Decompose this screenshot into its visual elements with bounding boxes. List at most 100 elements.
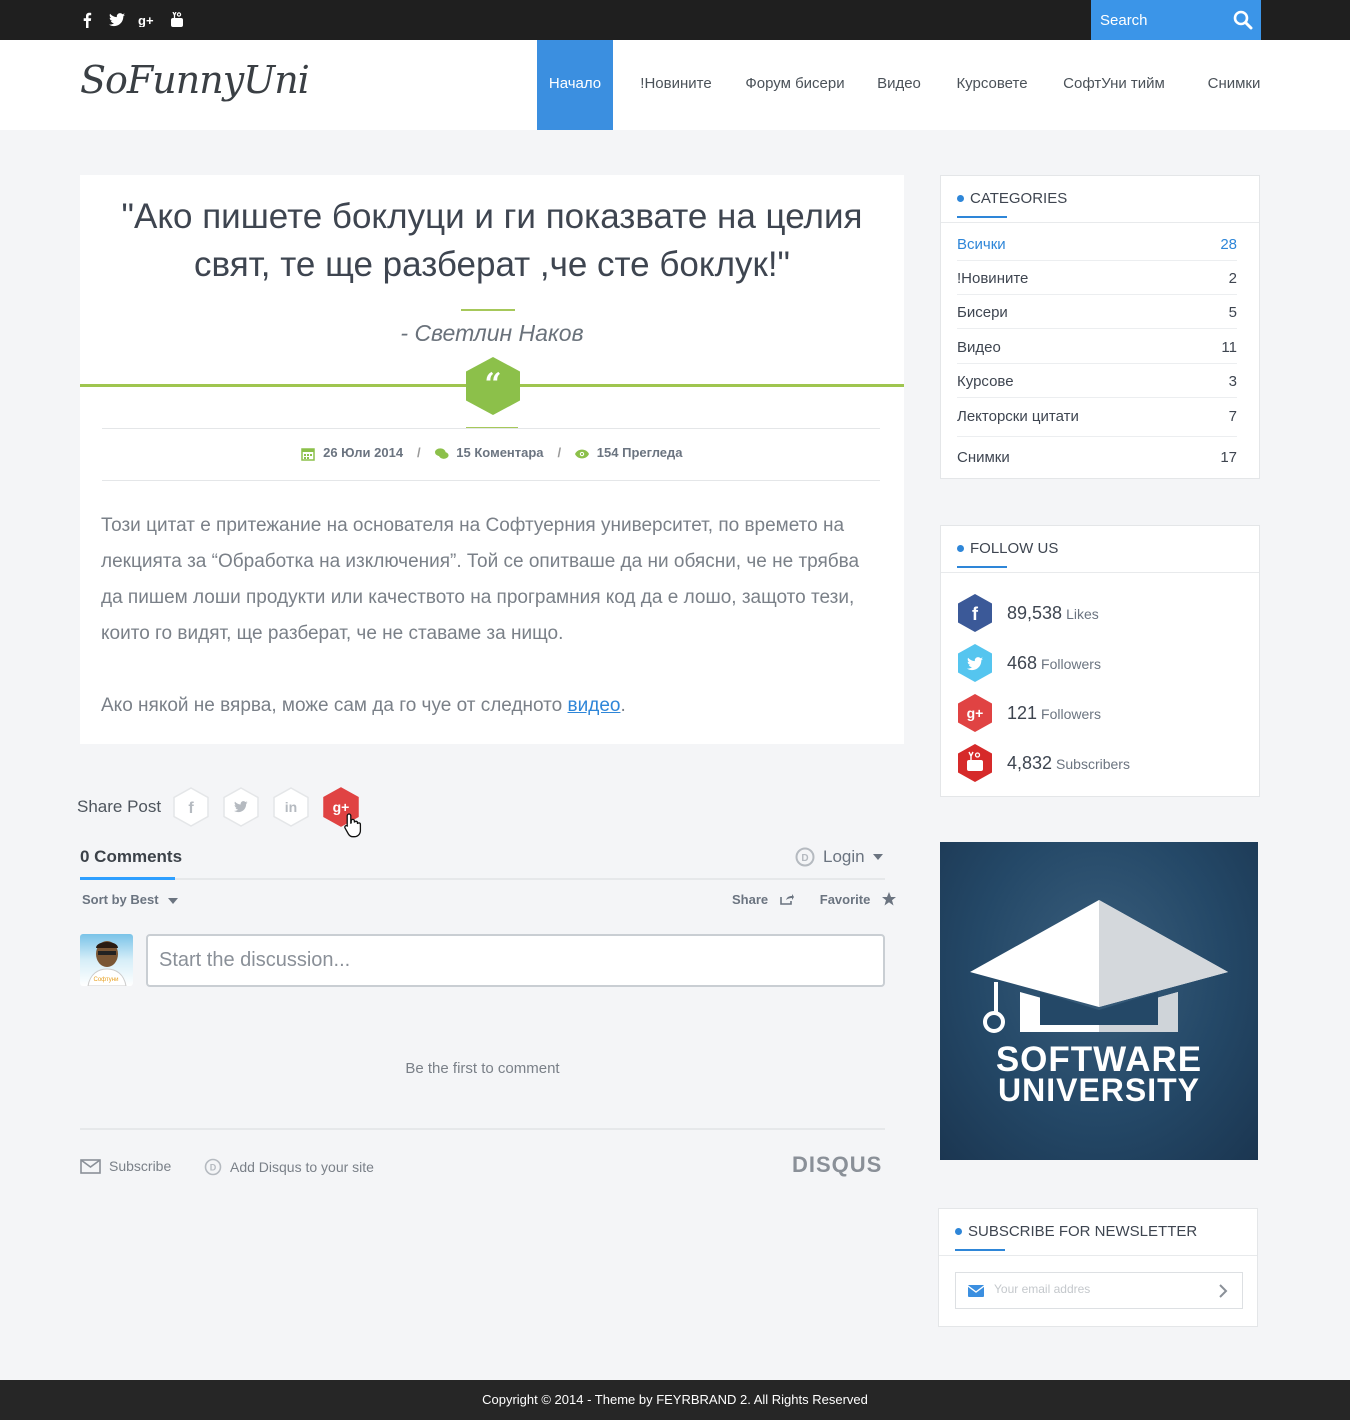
nav-item-team[interactable]: СофтУни тийм (1055, 40, 1173, 130)
twitter-icon (958, 644, 992, 682)
login-label: Login (823, 847, 865, 866)
category-divider (957, 436, 1237, 437)
comments-count[interactable]: 0 Comments (80, 847, 182, 867)
follow-item-google-plus[interactable]: g+ 121 Followers (957, 693, 1101, 733)
facebook-icon[interactable] (78, 11, 96, 29)
newsletter-title: SUBSCRIBE FOR NEWSLETTER (955, 1223, 1197, 1240)
share-facebook-icon[interactable]: f (173, 787, 209, 827)
post-comments-text: 15 Коментара (456, 445, 544, 460)
follow-label: Likes (1066, 605, 1099, 622)
title-dot (957, 545, 964, 552)
category-label: Лекторски цитати (957, 408, 1079, 425)
post-title-line1: "Ако пишете боклуци и ги показвате на це… (121, 197, 863, 236)
avatar: Софтуни (80, 934, 133, 986)
follow-count: 89,538 (1007, 602, 1063, 623)
category-label: Бисери (957, 304, 1008, 321)
share-arrow-icon (779, 894, 794, 905)
category-label: Снимки (957, 449, 1010, 466)
follow-count: 121 (1007, 702, 1038, 723)
empty-comments-text: Be the first to comment (405, 1060, 560, 1077)
category-label: Всички (957, 236, 1006, 253)
disqus-icon: D (795, 847, 815, 867)
category-count: 2 (1228, 270, 1237, 287)
category-item-photos[interactable]: Снимки 17 (957, 449, 1237, 466)
widget-head-divider (941, 572, 1259, 573)
post-paragraph-1: Този цитат е притежание на основателя на… (101, 515, 860, 644)
category-divider (957, 328, 1237, 329)
disqus-share-button[interactable]: Share (732, 892, 794, 907)
nav-item-forum[interactable]: Форум бисери (740, 40, 850, 130)
disqus-actions: Share Favorite (732, 892, 896, 907)
svg-text:“: “ (484, 367, 501, 402)
nav-item-video[interactable]: Видео (870, 40, 928, 130)
newsletter-field (955, 1272, 1243, 1309)
categories-title-text: CATEGORIES (970, 190, 1068, 207)
youtube-icon (958, 744, 992, 782)
chevron-down-icon (872, 854, 883, 860)
nav-item-home[interactable]: Начало (537, 40, 613, 130)
post-author: - Светлин Наков (400, 320, 584, 346)
sort-dropdown[interactable]: Sort by Best (82, 892, 179, 907)
search-icon[interactable] (1233, 10, 1253, 30)
share-label: Share Post (77, 797, 162, 816)
post-comments[interactable]: 15 Коментара (434, 445, 544, 461)
category-label: !Новините (957, 270, 1029, 287)
add-disqus-text: Add Disqus to your site (230, 1159, 374, 1175)
follow-item-twitter[interactable]: 468 Followers (957, 643, 1101, 683)
quote-icon: “ (466, 357, 520, 415)
disqus-favorite-button[interactable]: Favorite (820, 892, 896, 907)
disqus-login[interactable]: D Login (795, 847, 883, 867)
post-paragraph-2: Ако някой не вярва, може сам да го чуе о… (101, 688, 881, 724)
subscribe-link[interactable]: Subscribe (80, 1158, 171, 1174)
widget-head-divider (939, 1255, 1257, 1256)
title-underline (955, 1249, 1005, 1251)
category-item-quotes[interactable]: Лекторски цитати 7 (957, 408, 1237, 425)
post-views: 154 Прегледа (575, 445, 683, 461)
newsletter-email-input[interactable] (994, 1282, 1194, 1296)
category-item-all[interactable]: Всички 28 (957, 236, 1237, 253)
meta-separator: / (417, 445, 421, 461)
follow-count: 468 (1007, 652, 1038, 673)
banner-text-university: UNIVERSITY (997, 1072, 1201, 1108)
follow-item-youtube[interactable]: 4,832 Subscribers (957, 743, 1130, 783)
search-input[interactable] (1100, 10, 1220, 30)
follow-item-facebook[interactable]: f 89,538 Likes (957, 593, 1099, 633)
site-header: SoFunnyUni Начало !Новините Форум бисери… (0, 40, 1350, 130)
meta-divider-bottom (102, 480, 880, 481)
video-link[interactable]: видео (568, 695, 621, 716)
title-dot (957, 195, 964, 202)
category-count: 11 (1221, 339, 1237, 356)
share-twitter-icon[interactable] (223, 787, 259, 827)
title-dot (955, 1228, 962, 1235)
category-item-video[interactable]: Видео 11 (957, 339, 1237, 356)
favorite-text: Favorite (819, 892, 871, 907)
add-disqus-link[interactable]: D Add Disqus to your site (204, 1158, 374, 1176)
post-meta: 26 Юли 2014 / 15 Коментара / 154 Преглед… (80, 445, 904, 461)
category-item-news[interactable]: !Новините 2 (957, 270, 1237, 287)
categories-widget: CATEGORIES Всички 28 !Новините 2 Бисери 5 В… (940, 175, 1260, 479)
youtube-icon[interactable] (168, 11, 186, 29)
disqus-logo[interactable]: DISQUS (792, 1152, 882, 1178)
twitter-icon[interactable] (108, 11, 126, 29)
title-underline (957, 566, 1007, 568)
nav-item-courses[interactable]: Курсовете (948, 40, 1036, 130)
comment-input[interactable] (146, 934, 885, 987)
chevron-right-icon[interactable] (1218, 1284, 1228, 1298)
follow-label: Subscribers (1056, 755, 1130, 772)
post-views-text: 154 Прегледа (596, 445, 683, 460)
site-logo[interactable]: SoFunnyUni (80, 58, 310, 102)
nav-item-news[interactable]: !Новините (630, 40, 722, 130)
eye-icon (575, 449, 590, 458)
google-plus-icon[interactable]: g+ (138, 11, 156, 29)
share-linkedin-icon[interactable]: in (273, 787, 309, 827)
share-text: Share (732, 892, 769, 907)
post-title-line2: свят, те ще разберат ,че сте боклук!" (194, 245, 790, 284)
category-item-gems[interactable]: Бисери 5 (957, 304, 1237, 321)
disqus-active-tab-underline (80, 877, 175, 880)
nav-item-photos[interactable]: Снимки (1200, 40, 1268, 130)
graduation-cap-logo (970, 900, 1228, 1033)
category-item-courses[interactable]: Курсове 3 (957, 373, 1237, 390)
title-underline (957, 216, 1007, 218)
software-university-banner[interactable]: SOFTWARE UNIVERSITY (940, 842, 1258, 1160)
google-plus-icon: g+ (958, 694, 992, 732)
